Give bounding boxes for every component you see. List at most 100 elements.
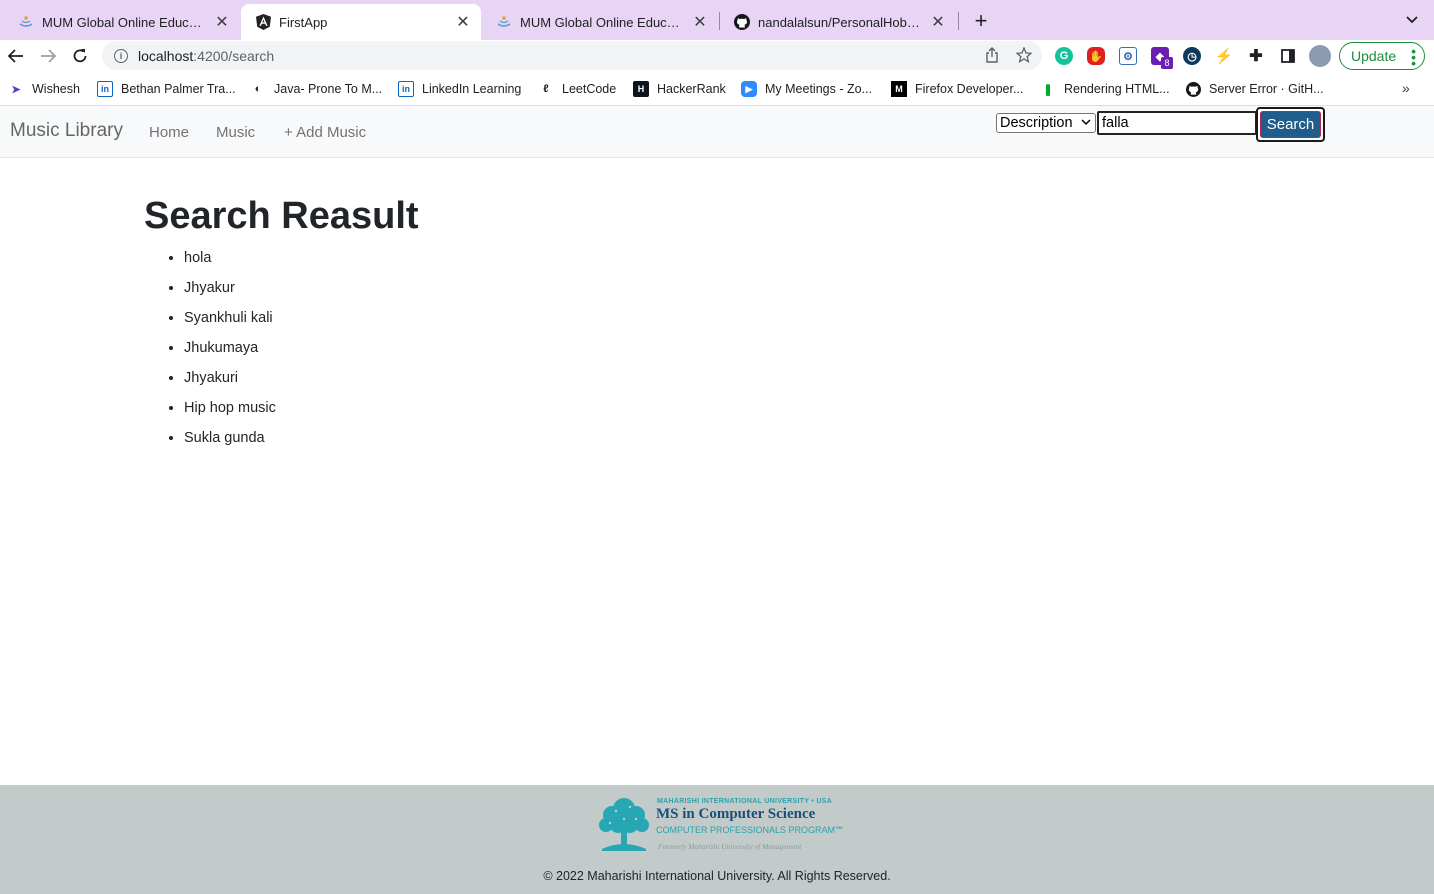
search-button[interactable]: Search xyxy=(1256,107,1325,142)
bookmark-item[interactable]: ➤ Wishesh xyxy=(8,80,80,98)
grammarly-icon[interactable]: G xyxy=(1055,47,1073,65)
mdn-icon: M xyxy=(891,81,907,97)
close-icon[interactable]: ✕ xyxy=(455,14,471,31)
url-host: localhost xyxy=(138,47,194,64)
extension-badge-count: 8 xyxy=(1161,57,1173,69)
browser-toolbar: i localhost:4200/search G ✋ ⚙ ◆ 8 ◷ ⚡ ✚ … xyxy=(0,40,1434,72)
linkedin-icon: in xyxy=(97,81,113,97)
info-icon[interactable]: i xyxy=(114,48,128,63)
list-item: Jhyakur xyxy=(184,278,276,308)
bookmark-item[interactable]: ▶ My Meetings - Zo... xyxy=(741,80,872,98)
nav-link-home[interactable]: Home xyxy=(149,124,189,141)
tab-title: MUM Global Online Education xyxy=(42,14,208,30)
search-results-list: hola Jhyakur Syankhuli kali Jhukumaya Jh… xyxy=(184,248,276,458)
list-item: Jhukumaya xyxy=(184,338,276,368)
reload-icon[interactable] xyxy=(67,43,93,69)
hackerrank-icon: H xyxy=(633,81,649,97)
mum-icon xyxy=(496,14,512,30)
new-tab-plus-icon[interactable]: + xyxy=(968,8,994,34)
close-icon[interactable]: ✕ xyxy=(930,14,946,31)
clock-icon[interactable]: ◷ xyxy=(1183,47,1201,65)
nav-link-music[interactable]: Music xyxy=(216,124,255,141)
nav-link-add-music[interactable]: + Add Music xyxy=(284,124,366,141)
share-icon[interactable] xyxy=(984,47,1000,63)
browser-tab[interactable]: MUM Global Online Education ✕ xyxy=(4,4,240,40)
bookmark-item[interactable]: Server Error · GitH... xyxy=(1185,80,1324,98)
navbar-brand[interactable]: Music Library xyxy=(10,120,123,142)
logo-formerly-text: Formerly Maharishi University of Managem… xyxy=(658,842,802,851)
bookmark-item[interactable]: ❚ Rendering HTML... xyxy=(1040,80,1170,98)
bookmark-item[interactable]: M Firefox Developer... xyxy=(891,80,1023,98)
bookmark-label: My Meetings - Zo... xyxy=(765,82,872,96)
bookmark-item[interactable]: in Bethan Palmer Tra... xyxy=(97,80,236,98)
bookmark-item[interactable]: ℓ LeetCode xyxy=(538,80,616,98)
browser-tab-strip: MUM Global Online Education ✕ FirstApp ✕… xyxy=(0,0,1434,40)
bookmark-item[interactable]: in LinkedIn Learning xyxy=(398,80,521,98)
adblock-icon[interactable]: ✋ xyxy=(1087,47,1105,65)
page-title: Search Reasult xyxy=(144,195,419,237)
extension-icon[interactable]: ⚙ xyxy=(1119,47,1137,65)
url-text: localhost:4200/search xyxy=(138,48,274,64)
puzzle-icon[interactable]: ✚ xyxy=(1247,47,1265,65)
tab-title: MUM Global Online Education xyxy=(520,14,686,30)
app-navbar: Music Library Home Music + Add Music Des… xyxy=(0,106,1434,158)
mum-icon xyxy=(18,14,34,30)
browser-tab-active[interactable]: FirstApp ✕ xyxy=(241,4,481,40)
university-logo: MAHARISHI INTERNATIONAL UNIVERSITY • USA… xyxy=(596,795,844,855)
avatar[interactable] xyxy=(1309,45,1331,67)
globe-icon: ◐ xyxy=(254,83,262,95)
bookmark-label: Firefox Developer... xyxy=(915,82,1024,96)
bookmark-label: HackerRank xyxy=(657,82,726,96)
chevron-down-icon xyxy=(1081,115,1091,129)
browser-tab[interactable]: nandalalsun/PersonalHobbyFro ✕ xyxy=(720,4,956,40)
zoom-icon: ▶ xyxy=(741,81,757,97)
logo-program-subtitle: COMPUTER PROFESSIONALS PROGRAM℠ xyxy=(656,825,845,835)
evernote-icon: ❚ xyxy=(1043,83,1053,96)
close-icon[interactable]: ✕ xyxy=(214,14,230,31)
double-chevron-right-icon[interactable]: » xyxy=(1402,80,1410,96)
browser-tab[interactable]: MUM Global Online Education ✕ xyxy=(482,4,718,40)
list-item: Jhyakuri xyxy=(184,368,276,398)
linkedin-icon: in xyxy=(398,81,414,97)
logo-university-text: MAHARISHI INTERNATIONAL UNIVERSITY • USA xyxy=(657,798,833,805)
footer-copyright: © 2022 Maharishi International Universit… xyxy=(543,869,891,883)
github-icon xyxy=(734,14,750,30)
more-vertical-icon[interactable]: • • • xyxy=(1411,44,1416,70)
send-icon: ➤ xyxy=(11,83,21,96)
update-label: Update xyxy=(1351,48,1397,64)
search-button-label: Search xyxy=(1260,111,1321,138)
logo-program-title: MS in Computer Science xyxy=(656,806,816,822)
bookmark-label: Java- Prone To M... xyxy=(274,82,383,96)
tab-title: FirstApp xyxy=(279,14,328,30)
tab-separator xyxy=(958,12,959,30)
angular-icon xyxy=(255,14,271,30)
back-arrow-icon[interactable] xyxy=(3,43,29,69)
search-input[interactable] xyxy=(1097,111,1257,135)
tree-logo-icon xyxy=(599,798,649,851)
list-item: Syankhuli kali xyxy=(184,308,276,338)
lightning-icon[interactable]: ⚡ xyxy=(1215,47,1233,65)
bookmark-star-icon[interactable] xyxy=(1016,47,1032,63)
close-icon[interactable]: ✕ xyxy=(692,14,708,31)
bookmark-item[interactable]: H HackerRank xyxy=(633,80,726,98)
leetcode-icon: ℓ xyxy=(543,83,549,95)
forward-arrow-icon[interactable] xyxy=(35,43,61,69)
bookmark-label: LinkedIn Learning xyxy=(422,82,522,96)
bookmark-label: Bethan Palmer Tra... xyxy=(121,82,236,96)
url-path: :4200/search xyxy=(193,47,275,64)
tab-title: nandalalsun/PersonalHobbyFro xyxy=(758,14,924,30)
search-filter-select[interactable]: Description xyxy=(996,113,1096,133)
address-bar[interactable]: i localhost:4200/search xyxy=(102,41,1042,70)
bookmark-label: Server Error · GitH... xyxy=(1209,82,1324,96)
chevron-down-icon[interactable] xyxy=(1400,8,1424,32)
bookmark-label: LeetCode xyxy=(562,82,617,96)
github-icon xyxy=(1185,81,1201,97)
bookmark-item[interactable]: ◐ Java- Prone To M... xyxy=(250,80,382,98)
side-panel-icon[interactable] xyxy=(1279,47,1297,65)
search-filter-value: Description xyxy=(1000,115,1073,131)
list-item: Sukla gunda xyxy=(184,428,276,458)
list-item: Hip hop music xyxy=(184,398,276,428)
bookmark-label: Rendering HTML... xyxy=(1064,82,1170,96)
update-button[interactable]: Update • • • xyxy=(1339,42,1425,70)
bookmark-label: Wishesh xyxy=(32,82,80,96)
